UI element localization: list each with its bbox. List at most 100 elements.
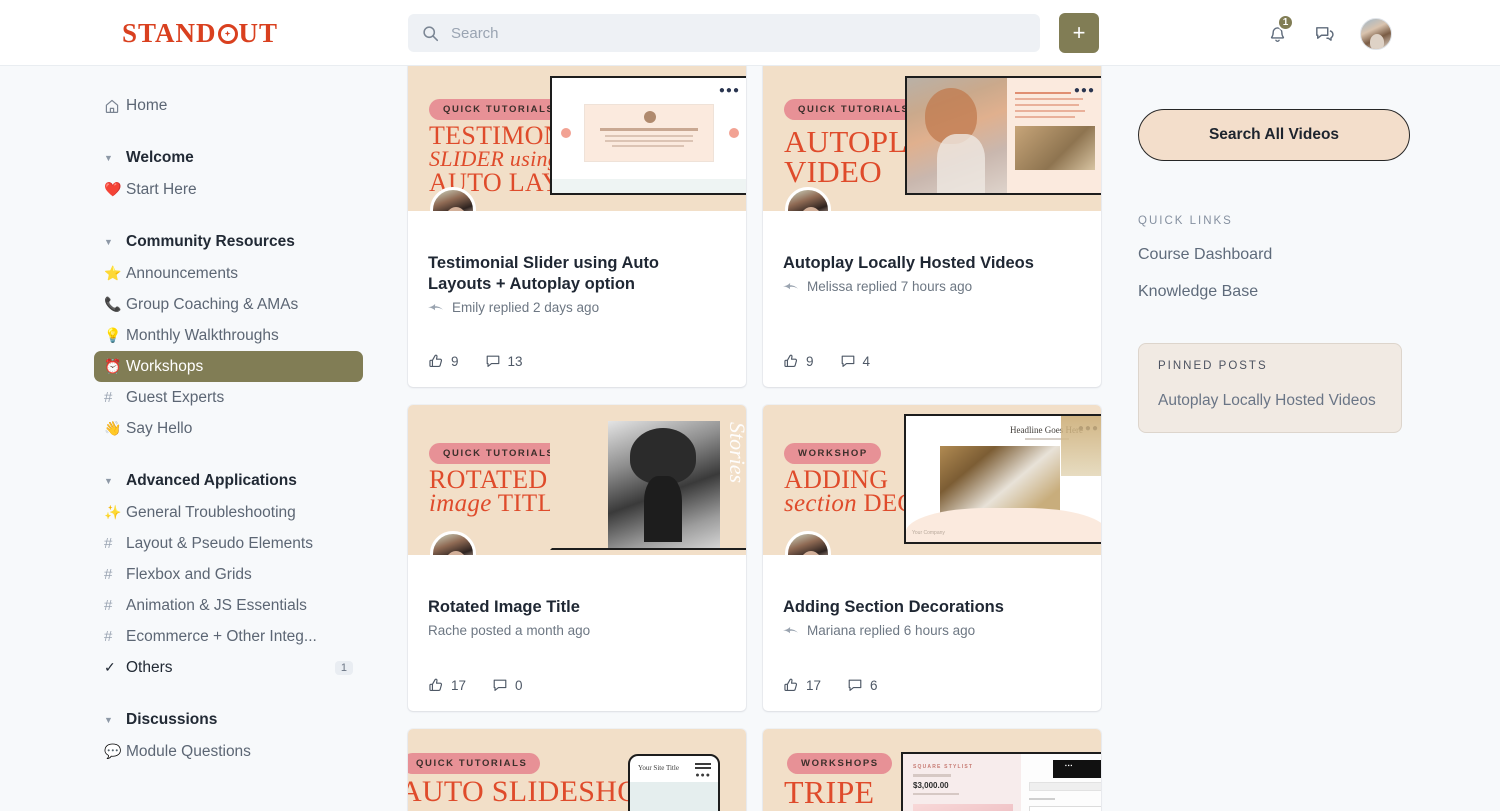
- sidebar-item-start-here[interactable]: ❤️ Start Here: [104, 174, 363, 205]
- three-dots-icon: ●●●: [718, 85, 740, 96]
- thumbs-up-icon: [429, 354, 443, 367]
- comment-count: 0: [515, 677, 523, 693]
- quick-link-knowledge-base[interactable]: Knowledge Base: [1138, 283, 1401, 301]
- sidebar-item-label: Monthly Walkthroughs: [126, 326, 279, 344]
- chevron-down-icon: ▼: [104, 476, 113, 486]
- sidebar-item-animation-js-essentials[interactable]: # Animation & JS Essentials: [104, 590, 363, 621]
- thumbnail-kicker-text: TRIPE: [784, 774, 875, 810]
- sidebar-item-label: Guest Experts: [126, 388, 225, 406]
- sidebar-item-general-troubleshooting[interactable]: ✨ General Troubleshooting: [104, 497, 363, 528]
- phone-icon: 📞: [104, 296, 122, 312]
- brand-name-part2: UT: [238, 18, 279, 48]
- sidebar-section-label: Welcome: [126, 149, 194, 166]
- sidebar-item-workshops[interactable]: ⏰ Workshops: [94, 351, 363, 382]
- sidebar-item-label: Animation & JS Essentials: [126, 596, 307, 614]
- top-bar-icon-group: 1: [1264, 14, 1392, 50]
- sidebar-item-label: Workshops: [126, 357, 204, 375]
- post-title[interactable]: Rotated Image Title: [428, 597, 726, 618]
- search-bar[interactable]: [408, 14, 1040, 52]
- pinned-posts-heading: PINNED POSTS: [1158, 360, 1268, 372]
- post-meta: Mariana replied 6 hours ago: [783, 623, 1081, 638]
- notifications-button[interactable]: 1: [1264, 14, 1294, 48]
- sidebar-section-community-resources[interactable]: ▼ Community Resources: [104, 226, 363, 258]
- post-author-avatar[interactable]: [785, 531, 831, 555]
- user-avatar[interactable]: [1360, 18, 1392, 50]
- post-card[interactable]: QUICK TUTORIALS TESTIMONIAL SLIDER using…: [408, 66, 746, 387]
- left-sidebar: Home ▼ Welcome ❤️ Start Here ▼ Community…: [0, 66, 391, 811]
- chevron-down-icon: ▼: [104, 715, 113, 725]
- like-count: 9: [451, 353, 459, 369]
- messages-button[interactable]: [1312, 20, 1338, 48]
- chat-icon: [1316, 27, 1334, 41]
- post-thumbnail: WORKSHOP ADDING section DECORS ●●● Headl…: [763, 405, 1101, 555]
- pinned-post-item[interactable]: Autoplay Locally Hosted Videos: [1158, 392, 1382, 410]
- sidebar-item-flexbox-and-grids[interactable]: # Flexbox and Grids: [104, 559, 363, 590]
- post-grid: QUICK TUTORIALS TESTIMONIAL SLIDER using…: [408, 66, 1102, 811]
- thumbs-up-icon: [784, 354, 798, 367]
- sidebar-item-label: Module Questions: [126, 742, 251, 760]
- sidebar-section-label: Discussions: [126, 711, 218, 728]
- post-thumbnail: QUICK TUTORIALS TESTIMONIAL SLIDER using…: [408, 66, 746, 211]
- post-title[interactable]: Testimonial Slider using Auto Layouts + …: [428, 253, 726, 295]
- post-thumbnail: WORKSHOPS TRIPE SQUARE STYLIST $3,000.00…: [763, 729, 1101, 811]
- home-icon: [104, 98, 126, 114]
- thumbs-up-icon: [784, 678, 798, 691]
- post-author-avatar[interactable]: [785, 187, 831, 211]
- sidebar-item-say-hello[interactable]: 👋 Say Hello: [104, 413, 363, 444]
- post-card[interactable]: QUICK TUTORIALS AUTOPLAY VIDEO ●●● Autop…: [763, 66, 1101, 387]
- search-all-videos-button[interactable]: Search All Videos: [1138, 109, 1410, 161]
- sidebar-item-label: General Troubleshooting: [126, 503, 296, 521]
- sidebar-item-label: Layout & Pseudo Elements: [126, 534, 313, 552]
- alarm-clock-icon: ⏰: [104, 358, 122, 374]
- sidebar-section-discussions[interactable]: ▼ Discussions: [104, 704, 363, 736]
- sidebar-item-announcements[interactable]: ⭐ Announcements: [104, 258, 363, 289]
- brand-name-part1: STAND: [122, 18, 217, 48]
- search-input[interactable]: [451, 24, 1026, 42]
- sidebar-item-guest-experts[interactable]: # Guest Experts: [104, 382, 363, 413]
- sidebar-item-others[interactable]: ✓ Others 1: [104, 652, 363, 683]
- pinned-posts-panel: PINNED POSTS Autoplay Locally Hosted Vid…: [1138, 343, 1402, 433]
- post-card[interactable]: WORKSHOP ADDING section DECORS ●●● Headl…: [763, 405, 1101, 711]
- reply-arrow-icon: [783, 283, 798, 290]
- thumbnail-screenshot: ●●● Headline Goes Here Your Company: [904, 414, 1101, 544]
- sidebar-item-layout-pseudo-elements[interactable]: # Layout & Pseudo Elements: [104, 528, 363, 559]
- post-title[interactable]: Adding Section Decorations: [783, 597, 1081, 618]
- like-button[interactable]: 9: [783, 353, 814, 369]
- post-feed: QUICK TUTORIALS TESTIMONIAL SLIDER using…: [391, 66, 1119, 811]
- sidebar-section-welcome[interactable]: ▼ Welcome: [104, 142, 363, 174]
- create-post-button[interactable]: +: [1059, 13, 1099, 53]
- sidebar-section-advanced-applications[interactable]: ▼ Advanced Applications: [104, 465, 363, 497]
- post-title[interactable]: Autoplay Locally Hosted Videos: [783, 253, 1081, 274]
- thumbnail-screenshot: ●●●: [550, 76, 746, 195]
- post-card[interactable]: QUICK TUTORIALS ROTATED image TITLE Stor…: [408, 405, 746, 711]
- post-card[interactable]: WORKSHOPS TRIPE SQUARE STYLIST $3,000.00…: [763, 729, 1101, 811]
- post-actions: 9 4: [783, 353, 1081, 387]
- like-button[interactable]: 9: [428, 353, 459, 369]
- comment-button[interactable]: 6: [847, 677, 878, 693]
- like-button[interactable]: 17: [428, 677, 466, 693]
- quick-link-course-dashboard[interactable]: Course Dashboard: [1138, 246, 1401, 264]
- like-button[interactable]: 17: [783, 677, 821, 693]
- post-meta-text: Rache posted a month ago: [428, 622, 591, 638]
- sidebar-item-monthly-walkthroughs[interactable]: 💡 Monthly Walkthroughs: [104, 320, 363, 351]
- comment-button[interactable]: 0: [492, 677, 523, 693]
- post-card[interactable]: QUICK TUTORIALS AUTO SLIDESHOW Your Site…: [408, 729, 746, 811]
- sidebar-item-group-coaching[interactable]: 📞 Group Coaching & AMAs: [104, 289, 363, 320]
- sidebar-item-module-questions[interactable]: 💬 Module Questions: [104, 736, 363, 767]
- comment-button[interactable]: 13: [485, 353, 523, 369]
- post-meta: Melissa replied 7 hours ago: [783, 279, 1081, 294]
- sidebar-item-home[interactable]: Home: [104, 90, 363, 121]
- brand-logo[interactable]: STAND UT: [122, 18, 278, 49]
- post-author-avatar[interactable]: [430, 531, 476, 555]
- heart-icon: ❤️: [104, 181, 122, 197]
- check-icon: ✓: [104, 659, 116, 675]
- post-actions: 9 13: [428, 353, 726, 387]
- hash-icon: #: [104, 566, 113, 583]
- top-navigation-bar: STAND UT + 1: [0, 0, 1500, 66]
- sidebar-item-label: Start Here: [126, 180, 197, 198]
- sidebar-item-ecommerce-integrations[interactable]: # Ecommerce + Other Integ...: [104, 621, 363, 652]
- comment-button[interactable]: 4: [840, 353, 870, 369]
- sidebar-item-label: Ecommerce + Other Integ...: [126, 627, 317, 645]
- sidebar-item-label: Announcements: [126, 264, 239, 282]
- post-meta: Emily replied 2 days ago: [428, 300, 726, 315]
